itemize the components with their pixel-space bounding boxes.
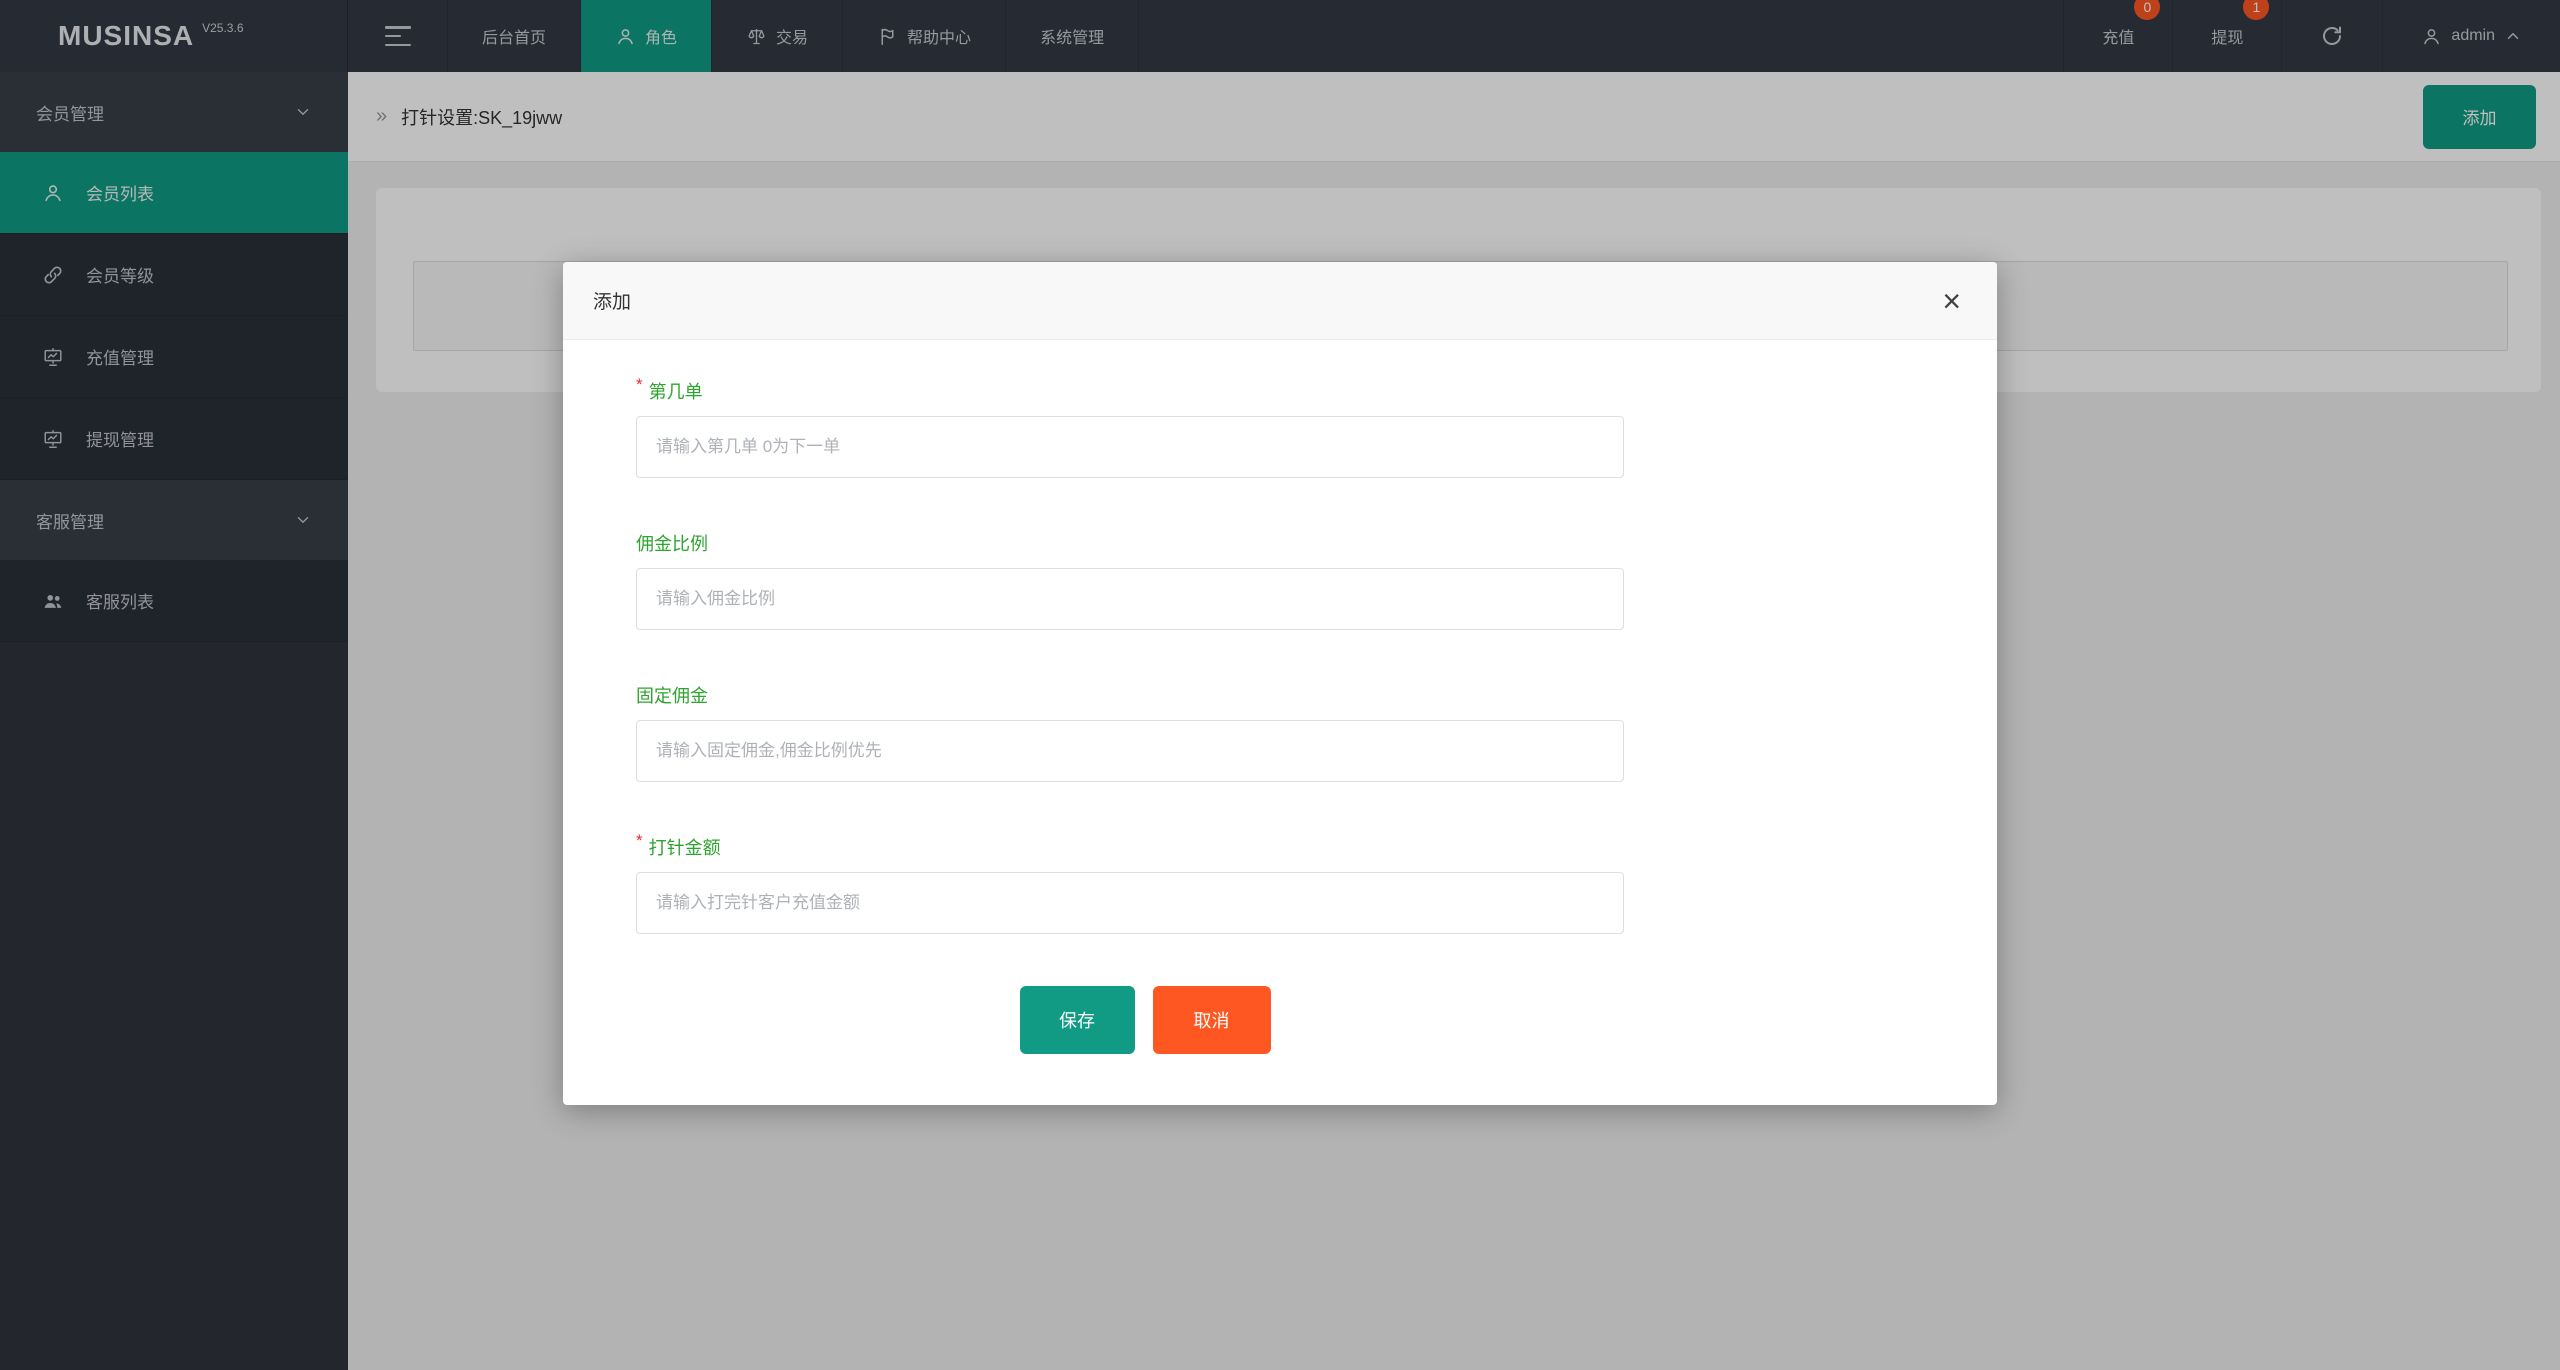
save-button[interactable]: 保存 [1020, 986, 1135, 1054]
field-label-text: 打针金额 [649, 834, 721, 860]
injection-amount-input[interactable] [636, 872, 1624, 934]
field-label-text: 固定佣金 [636, 682, 708, 708]
field-label: * 打针金额 [636, 834, 1624, 860]
dialog-form: * 第几单 佣金比例 固定佣金 * 打针金额 [636, 378, 1624, 1054]
add-dialog: 添加 × * 第几单 佣金比例 固定佣金 [563, 262, 1997, 1105]
field-commission-rate: 佣金比例 [636, 530, 1624, 630]
required-asterisk: * [636, 831, 643, 851]
fixed-commission-input[interactable] [636, 720, 1624, 782]
dialog-header: 添加 × [563, 262, 1997, 340]
dialog-title: 添加 [593, 287, 631, 314]
field-label: * 第几单 [636, 378, 1624, 404]
field-injection-amount: * 打针金额 [636, 834, 1624, 934]
field-order-number: * 第几单 [636, 378, 1624, 478]
dialog-actions: 保存 取消 [636, 986, 1624, 1054]
field-fixed-commission: 固定佣金 [636, 682, 1624, 782]
field-label: 佣金比例 [636, 530, 1624, 556]
order-number-input[interactable] [636, 416, 1624, 478]
field-label-text: 第几单 [649, 378, 703, 404]
dialog-body: * 第几单 佣金比例 固定佣金 * 打针金额 [563, 340, 1997, 1054]
close-icon[interactable]: × [1936, 285, 1967, 317]
field-label: 固定佣金 [636, 682, 1624, 708]
field-label-text: 佣金比例 [636, 530, 708, 556]
required-asterisk: * [636, 375, 643, 395]
commission-rate-input[interactable] [636, 568, 1624, 630]
cancel-button[interactable]: 取消 [1153, 986, 1271, 1054]
